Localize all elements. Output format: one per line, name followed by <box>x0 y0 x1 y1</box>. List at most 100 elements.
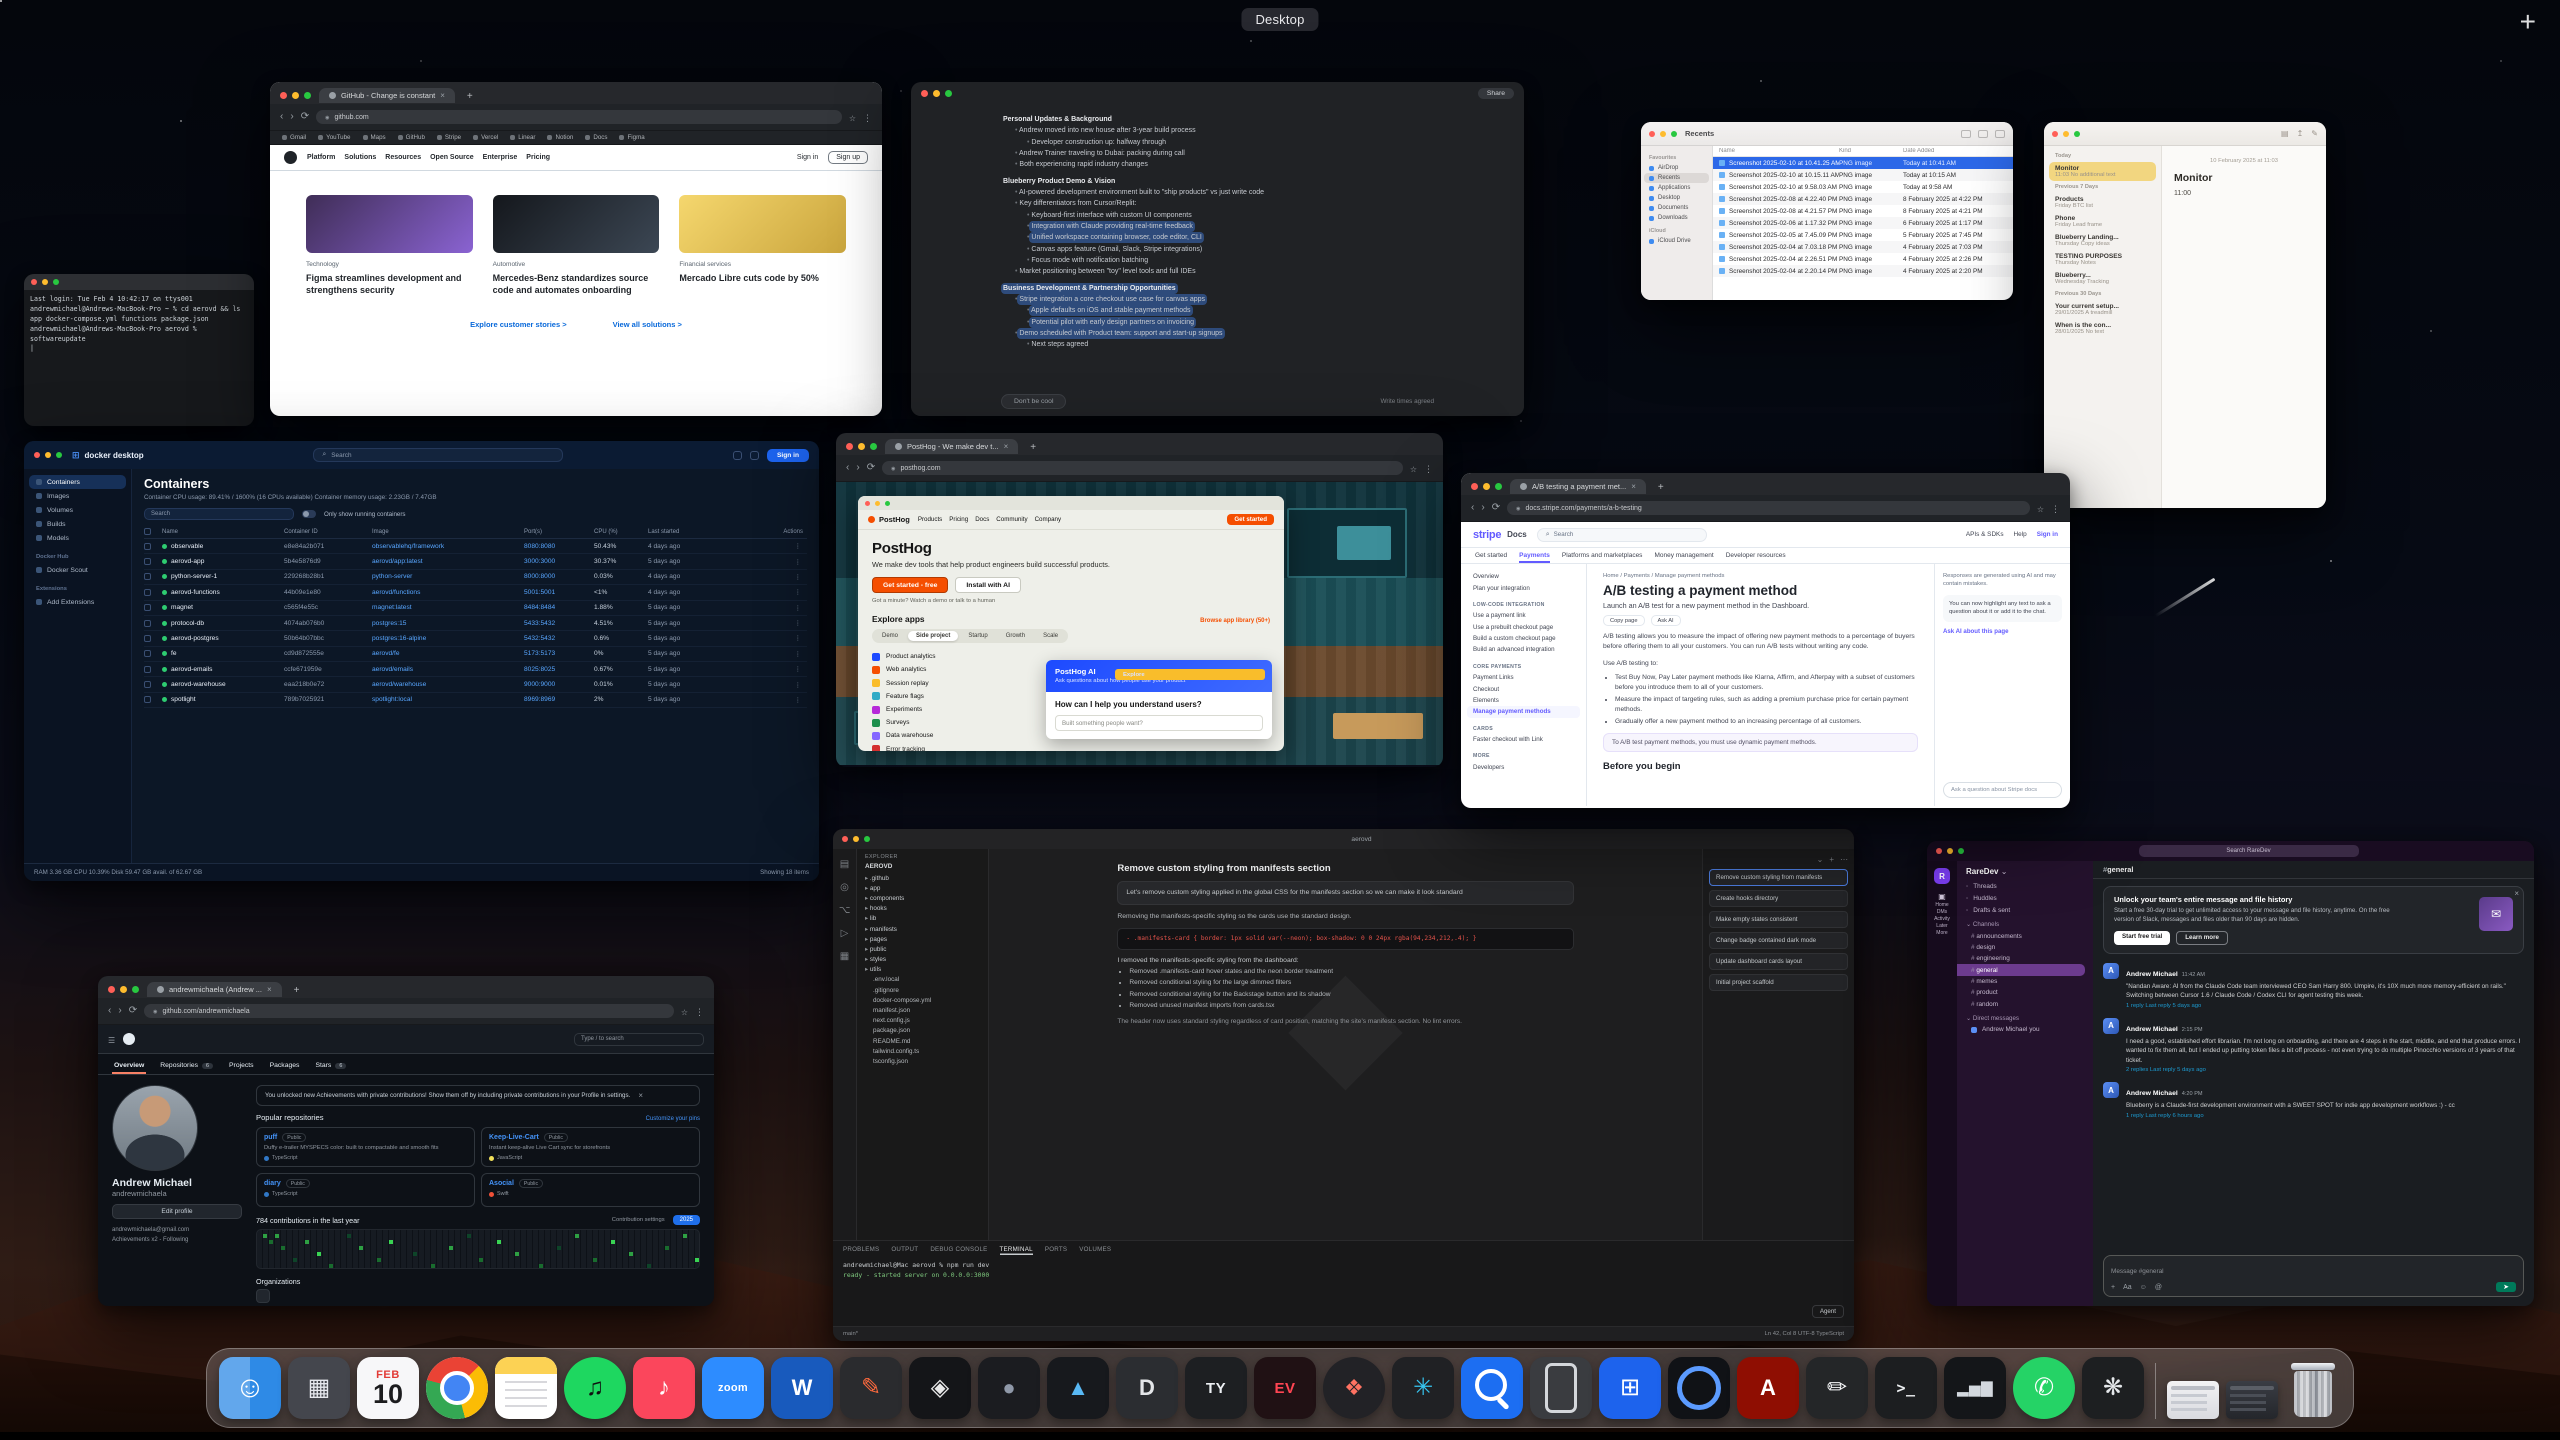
docs-search-input[interactable]: Search <box>1537 528 1707 542</box>
docs-sidebar-item[interactable]: Plan your integration <box>1467 582 1580 593</box>
docs-nav-item[interactable]: Get started <box>1475 552 1507 559</box>
story-link[interactable]: View all solutions > <box>613 320 682 329</box>
plan-tab[interactable]: Growth <box>998 631 1033 641</box>
close-icon[interactable] <box>846 443 853 450</box>
address-bar[interactable]: github.com <box>316 110 842 124</box>
row-actions-menu-icon[interactable]: ⋮ <box>730 696 807 704</box>
dock-icon[interactable]: ✆ <box>2013 1357 2075 1419</box>
browser-tab[interactable]: GitHub - Change is constant <box>319 88 455 103</box>
repo-card[interactable]: Asocial Public Swift <box>481 1173 700 1207</box>
chat-message[interactable]: A Andrew Michael2:15 PM I need a good, e… <box>2103 1018 2524 1073</box>
breadcrumb[interactable]: Home / Payments / Manage payment methods <box>1603 573 1918 579</box>
posthog-nav-item[interactable]: Pricing <box>949 516 968 523</box>
file-tree-item[interactable]: package.json <box>857 1026 988 1036</box>
story-link[interactable]: Explore customer stories > <box>470 320 567 329</box>
zoom-icon[interactable] <box>945 90 952 97</box>
tab-close-icon[interactable] <box>1631 482 1636 491</box>
minimize-icon[interactable] <box>1660 131 1666 137</box>
window-github-home[interactable]: GitHub - Change is constant github.com G… <box>270 82 882 416</box>
learn-more-button[interactable]: Learn more <box>2176 931 2228 945</box>
file-tree-item[interactable]: tsconfig.json <box>857 1056 988 1066</box>
panel-tab[interactable]: Volumes <box>1079 1244 1111 1255</box>
back-icon[interactable] <box>280 112 283 122</box>
docs-sidebar-item[interactable]: Checkout <box>1467 683 1580 694</box>
dock-icon[interactable]: EV <box>1254 1357 1316 1419</box>
profile-achievements[interactable]: Achievements x2 - Following <box>112 1235 242 1245</box>
docs-sidebar-item[interactable]: Build an advanced integration <box>1467 644 1580 655</box>
finder-file-row[interactable]: Screenshot 2025-02-05 at 7.45.09 PM PNG … <box>1713 229 2013 241</box>
customer-story-card[interactable]: Automotive Mercedes-Benz standardizes so… <box>493 195 660 296</box>
page-action-button[interactable]: Ask AI <box>1651 615 1681 626</box>
finder-sidebar-item[interactable]: Recents <box>1644 173 1709 183</box>
window-posthog[interactable]: PostHog - We make dev t... posthog.com P… <box>836 433 1443 767</box>
row-actions-menu-icon[interactable]: ⋮ <box>730 634 807 642</box>
row-actions-menu-icon[interactable]: ⋮ <box>730 588 807 596</box>
chat-message[interactable]: A Andrew Michael4:20 PM Blueberry is a C… <box>2103 1082 2524 1118</box>
dock-icon[interactable]: zoom <box>702 1357 764 1419</box>
reload-icon[interactable] <box>867 463 875 473</box>
docker-sidebar-item[interactable]: Volumes <box>29 503 126 517</box>
agent-mode-dropdown[interactable]: Agent <box>1812 1305 1844 1318</box>
run-debug-icon[interactable]: ▷ <box>841 928 849 939</box>
file-tree-item[interactable]: pages <box>857 934 988 944</box>
forward-icon[interactable] <box>118 1006 121 1016</box>
container-row[interactable]: observable e8e84a2b071 observablehq/fram… <box>144 539 807 554</box>
container-row[interactable]: aerovd-postgres 50b64b07bbc postgres:16-… <box>144 631 807 646</box>
attach-icon[interactable]: + <box>2111 1284 2115 1291</box>
back-icon[interactable] <box>846 463 849 473</box>
posthog-site-card[interactable]: PostHog ProductsPricingDocsCommunityComp… <box>858 496 1284 751</box>
github-logo-icon[interactable] <box>284 151 297 164</box>
row-actions-menu-icon[interactable]: ⋮ <box>730 681 807 689</box>
channel-item[interactable]: product <box>1957 987 2093 998</box>
minimize-icon[interactable] <box>858 443 865 450</box>
row-actions-menu-icon[interactable]: ⋮ <box>730 650 807 658</box>
dock-icon[interactable]: ▦ <box>288 1357 350 1419</box>
note-list-item[interactable]: Blueberry Landing... Thursday Copy ideas <box>2049 231 2156 250</box>
note-list-item[interactable]: Products Friday BTC list <box>2049 193 2156 212</box>
minimize-icon[interactable] <box>42 279 48 285</box>
forward-icon[interactable] <box>856 463 859 473</box>
posthog-ai-card[interactable]: PostHog AI Ask questions about how peopl… <box>1046 660 1272 739</box>
finder-sidebar-item[interactable]: Favourites <box>1641 153 1712 163</box>
profile-email[interactable]: andrewmichaela@gmail.com <box>112 1225 242 1235</box>
contribution-settings-dropdown[interactable]: Contribution settings <box>612 1217 665 1223</box>
dock-icon[interactable]: ⊞ <box>1599 1357 1661 1419</box>
banner-close-icon[interactable] <box>638 1091 643 1100</box>
chat-history-item[interactable]: Initial project scaffold <box>1709 974 1848 991</box>
address-bar[interactable]: github.com/andrewmichaela <box>144 1004 674 1018</box>
docs-sidebar-item[interactable]: Faster checkout with Link <box>1467 734 1580 745</box>
finder-file-row[interactable]: Screenshot 2025-02-08 at 4.22.40 PM PNG … <box>1713 193 2013 205</box>
row-checkbox[interactable] <box>144 573 151 580</box>
chat-history-item[interactable]: Update dashboard cards layout <box>1709 953 1848 970</box>
docs-sidebar-item[interactable]: Use a payment link <box>1467 610 1580 621</box>
container-row[interactable]: python-server-1 229268b28b1 python-serve… <box>144 570 807 585</box>
docker-sidebar-item[interactable]: Docker Scout <box>29 563 126 577</box>
dock-icon[interactable]: ☺ <box>219 1357 281 1419</box>
plan-tab[interactable]: Side project <box>908 631 958 641</box>
add-desktop-button[interactable]: + <box>2512 2 2544 42</box>
file-tree-item[interactable]: manifests <box>857 924 988 934</box>
stripe-logo[interactable]: stripe <box>1473 529 1501 541</box>
view-toggle-icon[interactable] <box>2281 129 2289 138</box>
container-row[interactable]: aerovd-warehouse eaa218b0e72 aerovd/ware… <box>144 677 807 692</box>
bookmark-icon[interactable] <box>1410 459 1417 477</box>
contribution-graph[interactable] <box>256 1229 700 1269</box>
row-actions-menu-icon[interactable]: ⋮ <box>730 604 807 612</box>
chat-history-item[interactable]: Change badge contained dark mode <box>1709 932 1848 949</box>
minimize-icon[interactable] <box>45 452 51 458</box>
panel-tab[interactable]: Debug Console <box>930 1244 987 1255</box>
container-table-header[interactable]: NameContainer ID ImagePort(s) CPU (%)Las… <box>144 525 807 539</box>
message-composer[interactable]: + Aa ☺ @ ➤ <box>2103 1255 2524 1297</box>
bookmark-icon[interactable] <box>849 108 856 126</box>
posthog-nav-item[interactable]: Company <box>1035 516 1061 523</box>
plan-tab[interactable]: Startup <box>960 631 995 641</box>
docs-sidebar-item[interactable]: Use a prebuilt checkout page <box>1467 622 1580 633</box>
panel-tab[interactable]: Output <box>891 1244 918 1255</box>
bookmark-item[interactable]: Docs <box>585 134 607 141</box>
get-started-button[interactable]: Get started <box>1227 514 1274 525</box>
collapse-icon[interactable]: ⌄ <box>1817 855 1824 864</box>
workspace-switcher[interactable]: R <box>1934 868 1950 884</box>
dock-icon[interactable] <box>1668 1357 1730 1419</box>
docker-sidebar-item[interactable]: Containers <box>29 475 126 489</box>
docker-sidebar-item[interactable]: Add Extensions <box>29 595 126 609</box>
